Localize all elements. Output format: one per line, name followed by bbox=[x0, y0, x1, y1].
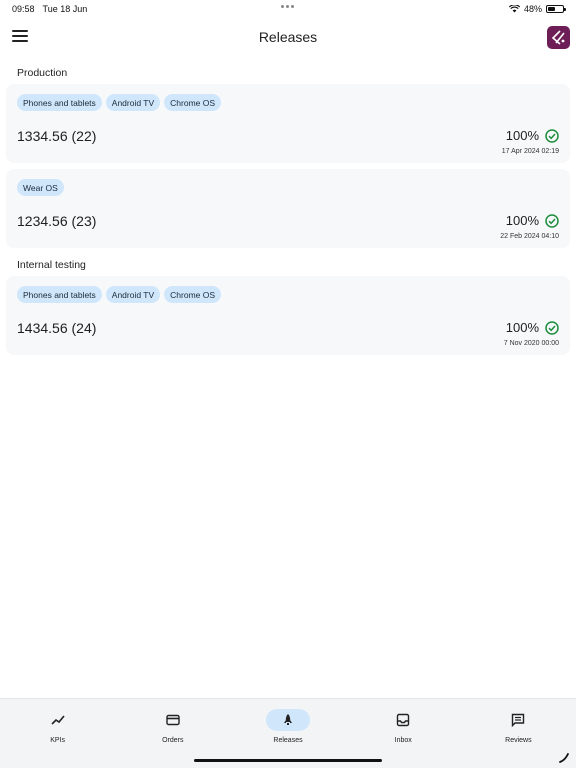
nav-item-kpis[interactable]: KPIs bbox=[18, 709, 98, 744]
check-circle-icon bbox=[545, 213, 559, 228]
credit-card-icon bbox=[166, 714, 180, 726]
form-factor-chip: Phones and tablets bbox=[17, 286, 102, 303]
reviews-icon bbox=[512, 713, 525, 728]
release-row: 1234.56 (23) 100% 22 Feb 2024 04:10 bbox=[17, 213, 559, 240]
page-title: Releases bbox=[258, 29, 318, 45]
check-circle-icon bbox=[545, 128, 559, 143]
release-date: 7 Nov 2020 00:00 bbox=[503, 340, 559, 347]
multitasking-dots-icon[interactable] bbox=[281, 5, 294, 8]
status-bar: 09:58 Tue 18 Jun 48% bbox=[0, 0, 576, 18]
status-date: Tue 18 Jun bbox=[42, 4, 88, 14]
nav-label: KPIs bbox=[50, 737, 65, 744]
rollout-info: 100% 17 Apr 2024 02:19 bbox=[502, 128, 559, 155]
release-card[interactable]: Wear OS 1234.56 (23) 100% 22 Feb 2024 04:10 bbox=[6, 169, 570, 248]
nav-icon-container bbox=[266, 709, 310, 731]
release-version: 1234.56 (23) bbox=[17, 213, 97, 229]
release-date: 17 Apr 2024 02:19 bbox=[501, 148, 559, 155]
home-indicator[interactable] bbox=[194, 759, 382, 762]
trending-up-icon bbox=[51, 715, 65, 725]
battery-icon bbox=[546, 5, 566, 13]
form-factor-chips: Phones and tablets Android TV Chrome OS bbox=[17, 286, 559, 304]
releases-list: Production Phones and tablets Android TV Ch… bbox=[6, 62, 570, 361]
nav-icon-container bbox=[381, 709, 425, 731]
release-card[interactable]: Phones and tablets Android TV Chrome OS 133… bbox=[6, 84, 570, 163]
nav-item-reviews[interactable]: Reviews bbox=[478, 709, 558, 744]
app-logo-icon[interactable] bbox=[547, 26, 570, 49]
nav-label: Inbox bbox=[394, 737, 412, 744]
release-row: 1434.56 (24) 100% 7 Nov 2020 00:00 bbox=[17, 320, 559, 347]
release-date: 22 Feb 2024 04:10 bbox=[500, 233, 559, 240]
nav-label: Releases bbox=[273, 737, 303, 744]
release-row: 1334.56 (22) 100% 17 Apr 2024 02:19 bbox=[17, 128, 559, 155]
release-card[interactable]: Phones and tablets Android TV Chrome OS 143… bbox=[6, 276, 570, 355]
form-factor-chip: Chrome OS bbox=[164, 286, 222, 303]
rollout-line: 100% bbox=[506, 320, 559, 335]
form-factor-chips: Phones and tablets Android TV Chrome OS bbox=[17, 94, 559, 112]
bottom-navigation: KPIs Orders Releases Inbox Reviews bbox=[0, 698, 576, 768]
nav-item-orders[interactable]: Orders bbox=[133, 709, 213, 744]
section-title: Production bbox=[17, 67, 68, 79]
release-version: 1434.56 (24) bbox=[17, 320, 97, 336]
form-factor-chip: Android TV bbox=[105, 286, 161, 303]
form-factor-chip: Wear OS bbox=[17, 179, 64, 196]
nav-item-inbox[interactable]: Inbox bbox=[363, 709, 443, 744]
status-time: 09:58 bbox=[12, 4, 35, 14]
app-bar: Releases bbox=[0, 18, 576, 56]
menu-button[interactable] bbox=[12, 29, 28, 43]
nav-icon-container bbox=[496, 709, 540, 731]
nav-icon-container bbox=[151, 709, 195, 731]
pencil-icon bbox=[559, 753, 569, 763]
rollout-info: 100% 7 Nov 2020 00:00 bbox=[504, 320, 559, 347]
inbox-icon bbox=[396, 713, 410, 727]
wifi-icon bbox=[508, 5, 520, 13]
rollout-line: 100% bbox=[506, 128, 559, 143]
nav-label: Reviews bbox=[505, 737, 532, 744]
release-version: 1334.56 (22) bbox=[17, 128, 97, 144]
rollout-info: 100% 22 Feb 2024 04:10 bbox=[500, 213, 559, 240]
nav-item-releases[interactable]: Releases bbox=[248, 709, 328, 744]
rocket-icon bbox=[284, 714, 292, 725]
rollout-percent: 100% bbox=[505, 320, 539, 335]
rollout-line: 100% bbox=[506, 213, 559, 228]
check-circle-icon bbox=[545, 320, 559, 335]
nav-icon-container bbox=[36, 709, 80, 731]
rollout-percent: 100% bbox=[505, 128, 539, 143]
form-factor-chips: Wear OS bbox=[17, 179, 559, 197]
rollout-percent: 100% bbox=[505, 213, 539, 228]
form-factor-chip: Phones and tablets bbox=[17, 94, 102, 111]
battery-percent: 48% bbox=[523, 4, 542, 14]
form-factor-chip: Chrome OS bbox=[164, 94, 222, 111]
section-title: Internal testing bbox=[17, 259, 86, 271]
form-factor-chip: Android TV bbox=[105, 94, 161, 111]
nav-label: Orders bbox=[162, 737, 184, 744]
